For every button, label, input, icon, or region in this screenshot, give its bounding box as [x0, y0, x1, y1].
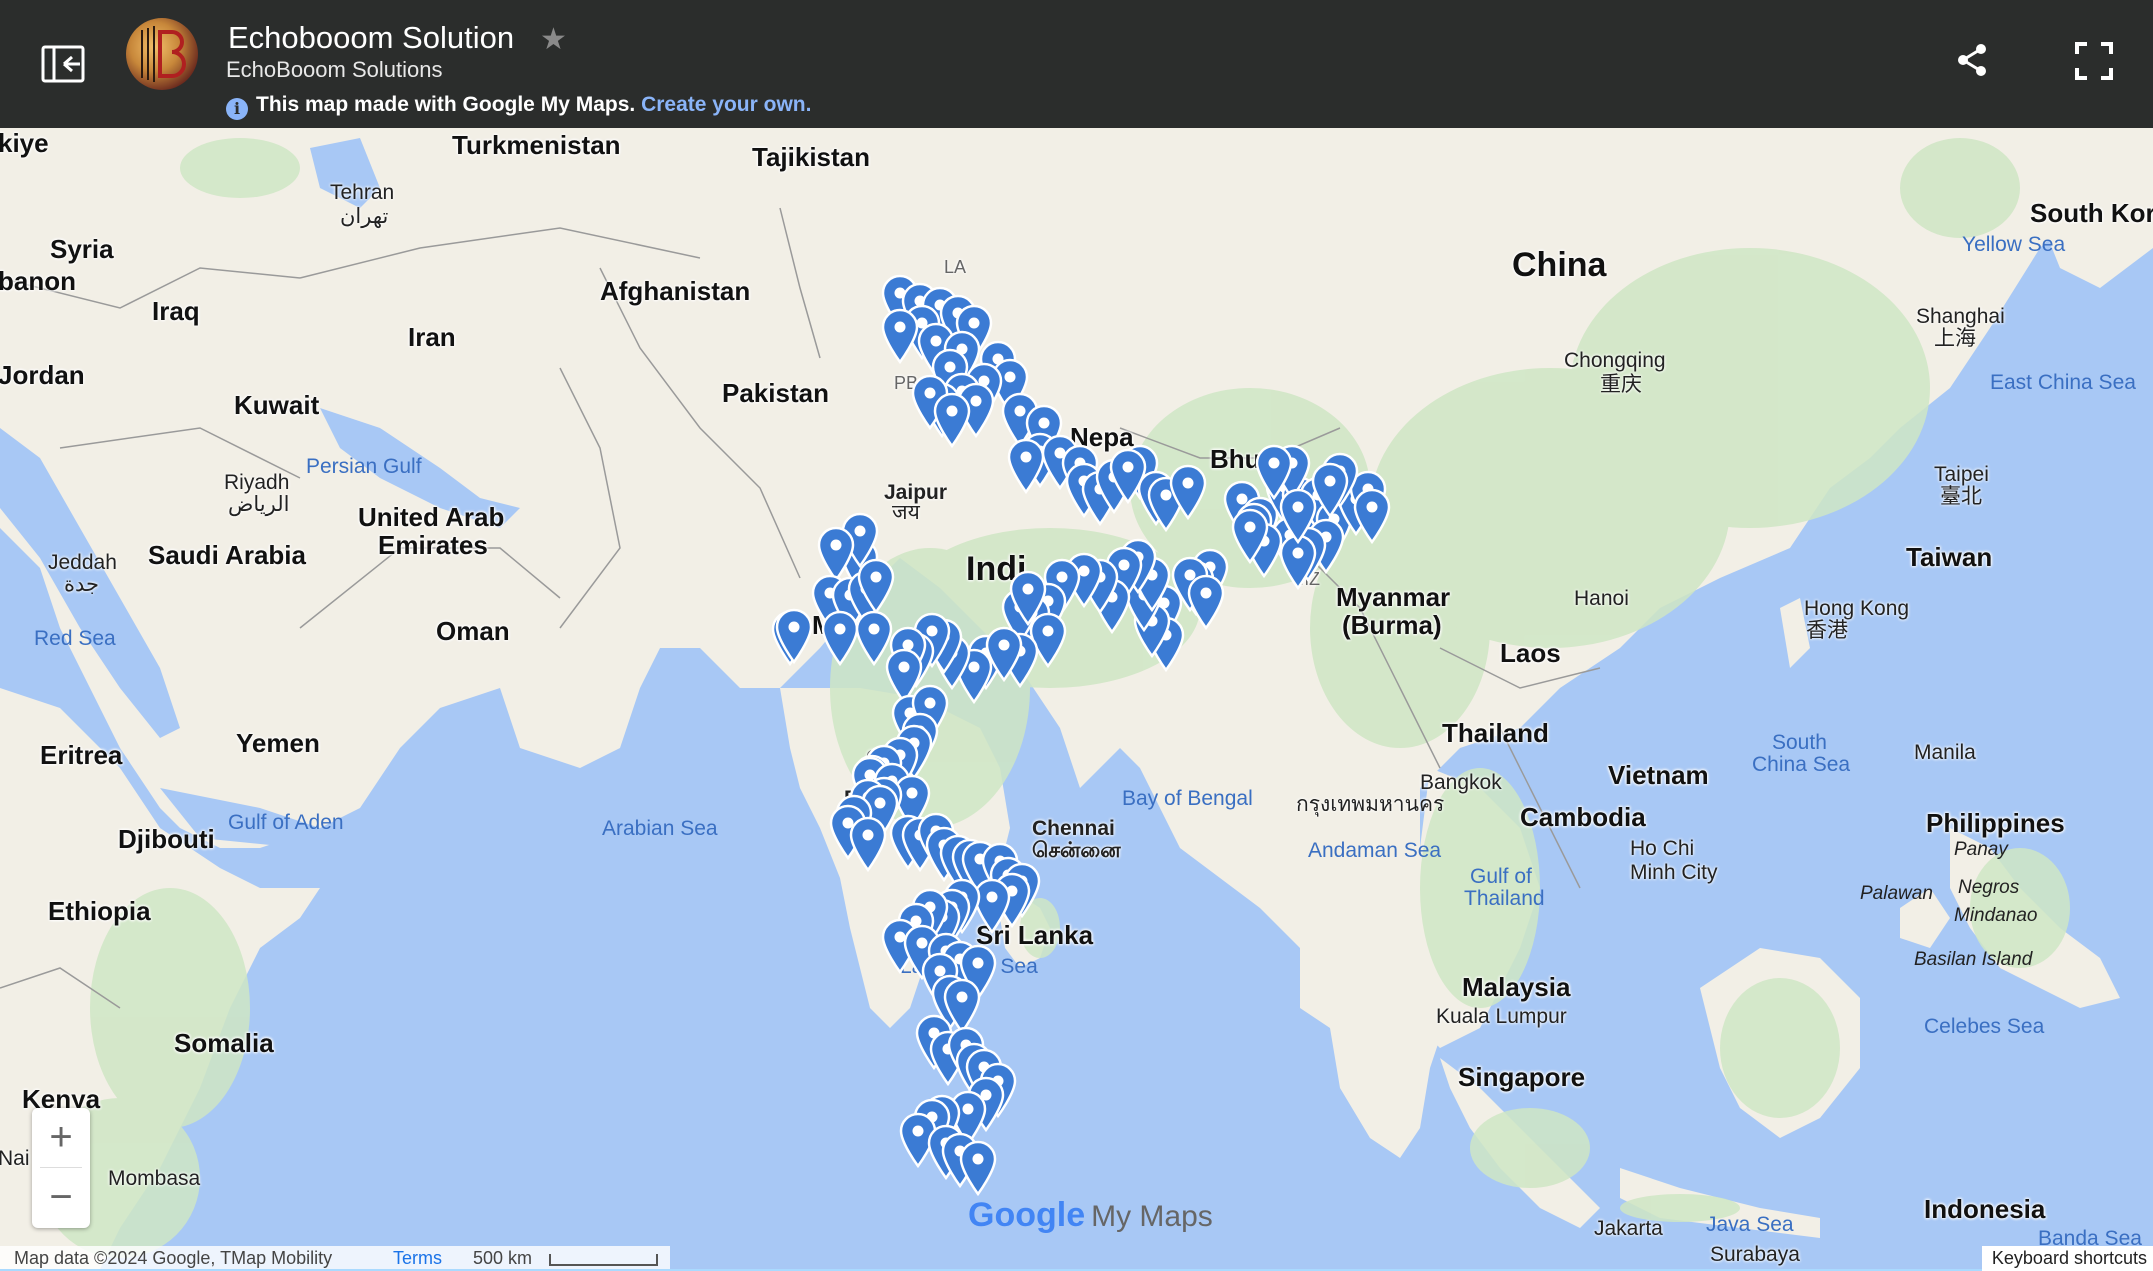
- zoom-in-button[interactable]: +: [32, 1108, 90, 1167]
- share-icon: [1958, 44, 1986, 76]
- map-marker[interactable]: [854, 610, 894, 667]
- pin-icon: [857, 558, 895, 615]
- zoom-out-button[interactable]: −: [32, 1168, 90, 1227]
- map-header: Echobooom Solution ★ EchoBooom Solutions…: [0, 0, 2153, 128]
- made-with-notice: i This map made with Google My Maps. Crea…: [226, 93, 811, 120]
- watermark-product: My Maps: [1091, 1200, 1213, 1233]
- map-marker[interactable]: [1230, 508, 1270, 565]
- scale-label: 500 km: [473, 1248, 533, 1268]
- pin-icon: [1231, 508, 1269, 565]
- map-marker[interactable]: [880, 308, 920, 365]
- pin-icon: [1169, 464, 1207, 521]
- pin-icon: [855, 610, 893, 667]
- star-icon[interactable]: ★: [540, 22, 567, 57]
- pin-icon: [933, 392, 971, 449]
- attribution-text: Map data ©2024 Google, TMap Mobility: [14, 1248, 333, 1268]
- pin-icon: [849, 816, 887, 873]
- fullscreen-button[interactable]: [2075, 42, 2113, 80]
- logo-icon: [141, 26, 186, 82]
- toggle-sidebar-button[interactable]: [40, 44, 88, 84]
- map-marker[interactable]: [1278, 488, 1318, 545]
- sidebar-toggle-icon: [41, 45, 85, 83]
- map-marker[interactable]: [1186, 574, 1226, 631]
- info-icon: i: [226, 98, 248, 120]
- scale-bar: [549, 1254, 658, 1266]
- watermark-brand: Google: [968, 1196, 1086, 1234]
- pin-icon: [959, 1140, 997, 1197]
- share-button[interactable]: [1954, 42, 1990, 78]
- pin-icon: [1187, 574, 1225, 631]
- map-marker[interactable]: [932, 392, 972, 449]
- notice-text: This map made with Google My Maps.: [256, 93, 636, 116]
- zoom-control: + −: [32, 1108, 90, 1228]
- keyboard-shortcuts-button[interactable]: Keyboard shortcuts: [1981, 1246, 2153, 1271]
- pin-icon: [775, 608, 813, 665]
- map-marker[interactable]: [1168, 464, 1208, 521]
- map-marker[interactable]: [856, 558, 896, 615]
- create-your-own-link[interactable]: Create your own.: [641, 93, 811, 116]
- terms-link[interactable]: Terms: [393, 1248, 442, 1269]
- map-owner: EchoBooom Solutions: [226, 57, 443, 82]
- minus-icon: −: [49, 1175, 73, 1219]
- map-marker[interactable]: [958, 1140, 998, 1197]
- map-canvas[interactable]: kiye Turkmenistan Tajikistan Tehran تهرا…: [0, 128, 2153, 1269]
- map-attribution-bar: Map data ©2024 Google, TMap Mobility Ter…: [0, 1246, 670, 1269]
- fullscreen-icon: [2075, 42, 2113, 80]
- map-markers: [0, 128, 2153, 1269]
- map-title[interactable]: Echobooom Solution: [228, 20, 514, 56]
- pin-icon: [1279, 488, 1317, 545]
- map-marker[interactable]: [774, 608, 814, 665]
- pin-icon: [881, 308, 919, 365]
- map-owner-logo: [126, 18, 198, 90]
- plus-icon: +: [49, 1115, 73, 1159]
- map-marker[interactable]: [848, 816, 888, 873]
- google-my-maps-watermark: Google My Maps: [968, 1196, 1213, 1235]
